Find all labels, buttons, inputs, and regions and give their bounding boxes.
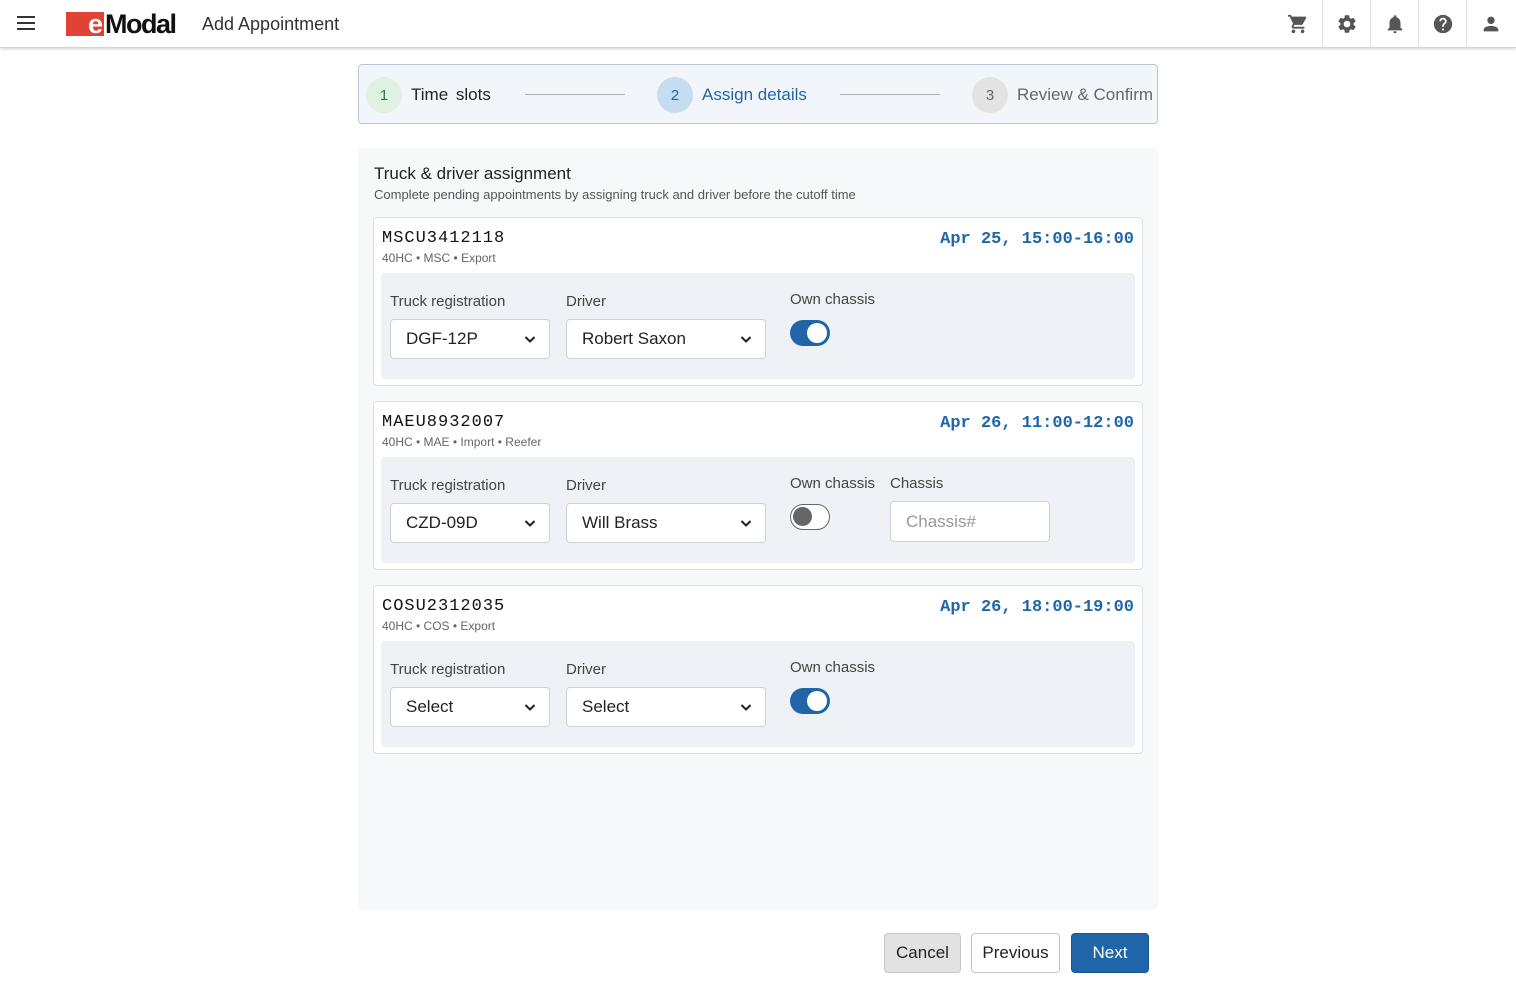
- assignment-form: Truck registration Driver Own chassis Se…: [381, 641, 1135, 747]
- bell-icon[interactable]: [1370, 0, 1418, 48]
- step-connector: [525, 94, 625, 95]
- toolbar-icons: [1274, 0, 1514, 48]
- driver-select[interactable]: Select: [566, 687, 766, 727]
- container-meta: 40HC • MSC • Export: [382, 251, 496, 265]
- container-card: MAEU8932007 40HC • MAE • Import • Reefer…: [373, 401, 1143, 570]
- own-chassis-label: Own chassis: [790, 659, 876, 676]
- truck-select[interactable]: CZD-09D: [390, 503, 550, 543]
- driver-label: Driver: [566, 477, 606, 494]
- container-id: MSCU3412118: [382, 229, 506, 248]
- truck-label: Truck registration: [390, 661, 506, 678]
- chevron-down-icon: [740, 704, 752, 711]
- appointment-slot: Apr 25, 15:00-16:00: [940, 230, 1134, 249]
- help-icon[interactable]: [1418, 0, 1466, 48]
- container-id: COSU2312035: [382, 597, 506, 616]
- assignment-panel: Truck & driver assignment Complete pendi…: [358, 148, 1158, 910]
- assignment-form: Truck registration Driver Own chassis Ch…: [381, 457, 1135, 563]
- appointment-slot: Apr 26, 11:00-12:00: [940, 414, 1134, 433]
- cart-icon[interactable]: [1274, 0, 1322, 48]
- step-number-1: 1: [366, 77, 402, 113]
- chassis-input[interactable]: [890, 501, 1050, 542]
- truck-label: Truck registration: [390, 477, 506, 494]
- driver-select-value: Robert Saxon: [582, 329, 686, 348]
- container-card: COSU2312035 40HC • COS • Export Apr 26, …: [373, 585, 1143, 754]
- own-chassis-toggle[interactable]: [790, 320, 830, 346]
- hamburger-menu-icon[interactable]: [14, 12, 38, 36]
- own-chassis-label: Own chassis: [790, 291, 876, 308]
- truck-select[interactable]: Select: [390, 687, 550, 727]
- own-chassis-toggle[interactable]: [790, 688, 830, 714]
- truck-select-value: CZD-09D: [406, 513, 478, 532]
- step-time-slots[interactable]: 1 Time slots: [366, 77, 491, 113]
- step-number-2: 2: [657, 77, 693, 113]
- chevron-down-icon: [740, 520, 752, 527]
- gear-icon[interactable]: [1322, 0, 1370, 48]
- toggle-knob: [807, 323, 827, 343]
- top-app-bar: e Modal Add Appointment: [0, 0, 1516, 48]
- toggle-knob: [793, 507, 812, 526]
- progress-stepper: 1 Time slots 2 Assign details 3 Review &…: [358, 64, 1158, 124]
- container-meta: 40HC • COS • Export: [382, 619, 496, 633]
- truck-select-value: Select: [406, 697, 454, 716]
- chassis-label: Chassis: [890, 475, 944, 492]
- emodal-logo[interactable]: e Modal: [66, 9, 177, 39]
- driver-select-value: Select: [582, 697, 630, 716]
- chevron-down-icon: [740, 336, 752, 343]
- step-connector: [840, 94, 940, 95]
- driver-select[interactable]: Will Brass: [566, 503, 766, 543]
- user-icon[interactable]: [1466, 0, 1514, 48]
- logo-e-mark: e: [66, 11, 104, 38]
- assignment-form: Truck registration Driver Own chassis DG…: [381, 273, 1135, 379]
- page-title: Add Appointment: [202, 14, 340, 34]
- own-chassis-toggle[interactable]: [790, 504, 830, 530]
- container-card: MSCU3412118 40HC • MSC • Export Apr 25, …: [373, 217, 1143, 386]
- own-chassis-label: Own chassis: [790, 475, 876, 492]
- driver-select[interactable]: Robert Saxon: [566, 319, 766, 359]
- step-number-3: 3: [972, 77, 1008, 113]
- panel-subtitle: Complete pending appointments by assigni…: [374, 187, 856, 202]
- driver-label: Driver: [566, 661, 606, 678]
- container-id: MAEU8932007: [382, 413, 506, 432]
- chevron-down-icon: [524, 704, 536, 711]
- driver-select-value: Will Brass: [582, 513, 658, 532]
- container-meta: 40HC • MAE • Import • Reefer: [382, 435, 542, 449]
- driver-label: Driver: [566, 293, 606, 310]
- toggle-knob: [807, 691, 827, 711]
- step-label-time-slots: Time slots: [411, 85, 491, 104]
- appointment-slot: Apr 26, 18:00-19:00: [940, 598, 1134, 617]
- step-review-confirm[interactable]: 3 Review & Confirm: [972, 77, 1153, 113]
- truck-label: Truck registration: [390, 293, 506, 310]
- next-button[interactable]: Next: [1071, 933, 1149, 973]
- cancel-button[interactable]: Cancel: [884, 933, 961, 973]
- logo-wordmark: Modal: [105, 9, 177, 39]
- panel-title: Truck & driver assignment: [374, 164, 571, 183]
- previous-button[interactable]: Previous: [971, 933, 1060, 973]
- chevron-down-icon: [524, 336, 536, 343]
- chevron-down-icon: [524, 520, 536, 527]
- step-label-assign-details: Assign details: [702, 85, 807, 104]
- step-assign-details[interactable]: 2 Assign details: [657, 77, 807, 113]
- truck-select-value: DGF-12P: [406, 329, 478, 348]
- truck-select[interactable]: DGF-12P: [390, 319, 550, 359]
- step-label-review-confirm: Review & Confirm: [1017, 85, 1154, 104]
